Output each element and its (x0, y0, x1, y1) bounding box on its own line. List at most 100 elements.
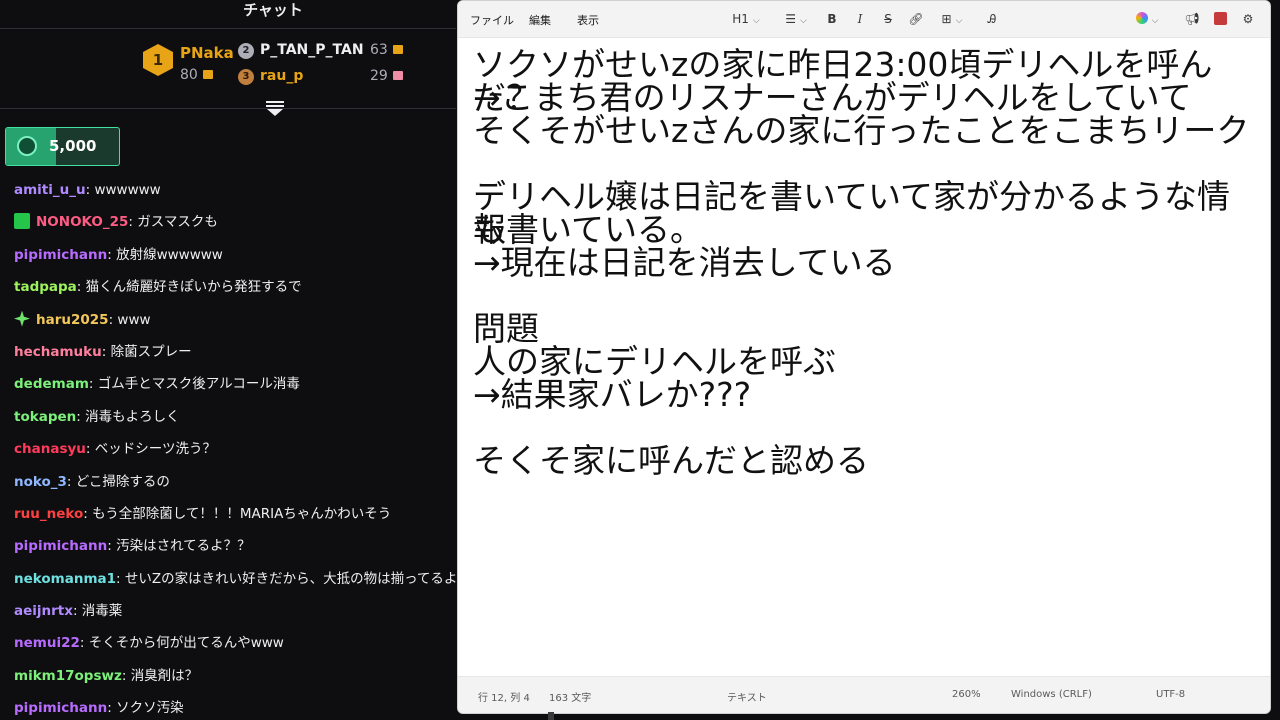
leaderboard-third-points: 29 (370, 68, 403, 84)
chat-message-text: どこ掃除するの (75, 473, 170, 490)
leaderboard-second-name: P_TAN_P_TAN (260, 42, 364, 58)
document-line: →現在は日記を消去している (473, 243, 896, 282)
document-line (473, 147, 1263, 180)
chat-message-text: 消毒もよろしく (85, 408, 180, 425)
chat-message-text: ソクソ汚染 (116, 700, 184, 717)
hype-train-bar[interactable]: 5,000 (5, 127, 120, 166)
chat-message: amiti_u_u: wwwwww (14, 174, 456, 206)
chat-username[interactable]: haru2025 (36, 312, 109, 328)
chat-separator: : (121, 667, 131, 684)
list-dropdown[interactable]: ☰ ⌵ (778, 9, 814, 29)
hype-train-icon (17, 136, 37, 156)
menu-bar: ファイル 編集 表示 H1 ⌵ ☰ ⌵ B I S 🔗︎ ⊞ ⌵ Ꭿ ⌵ 📢︎ ⚙ (458, 1, 1270, 37)
leaderboard-third[interactable]: 3 rau_p (238, 68, 303, 85)
sparkle-icon[interactable] (14, 310, 30, 327)
leaderboard: 1 PNaka 80 2 P_TAN_P_TAN 63 3 rau_p 29 (0, 28, 456, 109)
chat-username[interactable]: nekomanma1 (14, 571, 116, 587)
leaderboard-second-points: 63 (370, 42, 403, 58)
chevron-down-icon: ⌵ (1151, 16, 1159, 26)
chat-username[interactable]: mikm17opswz (14, 668, 122, 684)
text-editor[interactable]: ソクソがせいzの家に昨日23:00頃デリヘルを呼んだ？ →こまち君のリスナーさんが… (458, 37, 1270, 678)
chat-message: nemui22: そくそから何が出てるんやwww (14, 627, 456, 659)
status-bar: 行 12, 列 4 163 文字 テキスト 260% Windows (CRLF… (458, 676, 1270, 713)
document-line: も書いている。 (473, 210, 704, 249)
chat-messages: amiti_u_u: wwwwww NONOKO_25: ガスマスクも pipimi… (14, 174, 456, 720)
menu-edit[interactable]: 編集 (529, 12, 551, 28)
document-text[interactable]: ソクソがせいzの家に昨日23:00頃デリヘルを呼んだ？ →こまち君のリスナーさんが… (473, 48, 1263, 477)
chat-message: pipimichann: 汚染はされてるよ？？ (14, 530, 456, 562)
chat-title: チャット (243, 1, 303, 19)
megaphone-icon[interactable]: 📢︎ (1182, 9, 1202, 29)
heading-dropdown[interactable]: H1 ⌵ (728, 9, 764, 29)
character-count: 163 文字 (549, 693, 592, 704)
chat-message: aeijnrtx: 消毒薬 (14, 595, 456, 627)
chat-username[interactable]: pipimichann (14, 247, 107, 263)
cursor-position[interactable]: 行 12, 列 4 (478, 689, 530, 704)
chat-separator: : (76, 408, 86, 425)
chat-username[interactable]: nemui22 (14, 635, 80, 651)
document-line: →結果家バレか??? (473, 375, 752, 414)
chat-message: dedemam: ゴム手とマスク後アルコール消毒 (14, 368, 456, 400)
chat-username[interactable]: tokapen (14, 409, 76, 425)
chevron-down-icon: ⌵ (752, 16, 760, 26)
chat-username[interactable]: tadpapa (14, 279, 77, 295)
document-line (473, 411, 1263, 444)
chat-message-text: そくそから何が出てるんやwww (88, 635, 284, 652)
gift-icon (392, 45, 403, 54)
italic-button[interactable]: I (850, 9, 870, 29)
chat-separator: : (128, 214, 138, 231)
copilot-dropdown[interactable]: ⌵ (1130, 9, 1164, 29)
scrollbar[interactable] (548, 712, 554, 720)
chat-username[interactable]: amiti_u_u (14, 182, 86, 198)
chat-message-text: 除菌スプレー (110, 343, 192, 360)
chat-message: noko_3: どこ掃除するの (14, 466, 456, 498)
strikethrough-button[interactable]: S (878, 9, 898, 29)
document-line: →こまち君のリスナーさんがデリヘルをしていて (473, 78, 1192, 117)
chat-username[interactable]: noko_3 (14, 474, 67, 490)
chat-username[interactable]: pipimichann (14, 538, 107, 554)
collapse-leaderboard-button[interactable] (266, 99, 284, 119)
document-line: そくそがせいzさんの家に行ったことをこまちリーク (473, 111, 1250, 150)
chat-separator: : (88, 376, 98, 393)
chat-username[interactable]: ruu_neko (14, 506, 83, 522)
profile-icon[interactable] (1210, 9, 1230, 29)
chat-message-text: ガスマスクも (137, 214, 218, 231)
table-dropdown[interactable]: ⊞ ⌵ (934, 9, 970, 29)
chat-separator: : (116, 570, 125, 587)
link-icon[interactable]: 🔗︎ (906, 9, 926, 29)
chat-username[interactable]: hechamuku (14, 344, 102, 360)
gift-icon[interactable] (14, 213, 30, 230)
chat-message: ruu_neko: もう全部除菌して！！！MARIAちゃんかわいそう (14, 498, 456, 530)
menu-view[interactable]: 表示 (577, 12, 599, 28)
chat-separator: : (107, 700, 117, 717)
chat-username[interactable]: pipimichann (14, 700, 107, 716)
gift-icon (202, 70, 213, 79)
format-indicator[interactable]: テキスト (727, 689, 767, 704)
chat-separator: : (79, 635, 89, 652)
chat-username[interactable]: aeijnrtx (14, 603, 73, 619)
line-ending[interactable]: Windows (CRLF) (1011, 689, 1092, 700)
encoding[interactable]: UTF-8 (1156, 689, 1185, 700)
chat-separator: : (83, 505, 93, 522)
chat-separator: : (107, 538, 117, 555)
settings-gear-icon[interactable]: ⚙ (1238, 9, 1258, 29)
menu-file[interactable]: ファイル (470, 12, 514, 28)
zoom-level[interactable]: 260% (952, 689, 981, 700)
hype-train-count: 5,000 (49, 137, 97, 155)
chat-username[interactable]: chanasyu (14, 441, 86, 457)
chat-username[interactable]: dedemam (14, 376, 89, 392)
chat-message-text: www (117, 311, 151, 328)
chat-separator: : (76, 279, 86, 296)
chat-message: haru2025: www (14, 304, 456, 336)
chat-username[interactable]: NONOKO_25 (36, 214, 128, 230)
chat-message: tokapen: 消毒もよろしく (14, 401, 456, 433)
chat-message-text: もう全部除菌して！！！MARIAちゃんかわいそう (92, 505, 392, 522)
rank-2-icon: 2 (238, 43, 254, 59)
rank-3-icon: 3 (238, 69, 254, 85)
chat-message-text: 放射線wwwwww (116, 246, 223, 263)
document-line: ソクソがせいzの家に昨日23:00頃デリヘルを呼んだ？ (473, 45, 1213, 117)
clear-format-icon[interactable]: Ꭿ (982, 9, 1002, 29)
chat-message: NONOKO_25: ガスマスクも (14, 206, 456, 238)
bold-button[interactable]: B (822, 9, 842, 29)
leaderboard-second[interactable]: 2 P_TAN_P_TAN (238, 42, 364, 59)
